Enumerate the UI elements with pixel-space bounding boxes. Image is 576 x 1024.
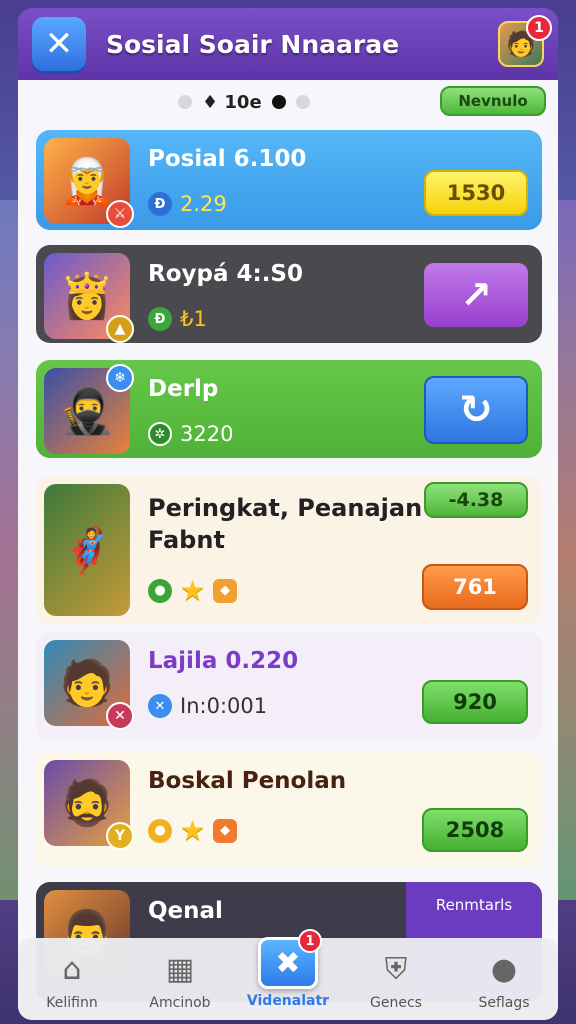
star-icon: ★	[180, 814, 206, 847]
coin-icon: ✲	[148, 422, 172, 446]
nav-label: Kelifinn	[46, 995, 98, 1011]
gem-icon: ◆	[213, 578, 238, 603]
close-button[interactable]: ✕	[32, 17, 86, 71]
score-button[interactable]: 2508	[422, 808, 528, 852]
profile-icon: ●	[490, 951, 518, 987]
home-icon: ⌂	[62, 951, 82, 987]
score-button[interactable]: 761	[422, 564, 528, 610]
rank-badge-icon: ✕	[106, 702, 134, 730]
building-icon: ▦	[165, 951, 195, 987]
nav-label: Genecs	[370, 995, 422, 1011]
coin-icon: Đ	[148, 192, 172, 216]
pager-dot-active[interactable]	[271, 95, 286, 109]
hero-icon: 👸	[59, 271, 115, 322]
rank-badge-icon: Y	[106, 822, 134, 850]
list-item[interactable]: 🥷 ❄ Derlp ✲ 3220 ↻	[36, 360, 542, 458]
rank-badge-icon: ❄	[106, 364, 134, 392]
pager: ♦ 10e	[178, 90, 310, 114]
send-button[interactable]: ↗	[424, 263, 528, 327]
pager-dot[interactable]	[178, 95, 192, 109]
nav-label: Seflags	[478, 995, 530, 1011]
player-name: Posial 6.100	[148, 146, 307, 172]
list-item[interactable]: 🧔 Y Boskal Penolan ● ★ ◆ 2508	[36, 752, 542, 868]
hero-icon: 🧝	[59, 156, 115, 207]
player-stat: 2.29	[180, 192, 227, 216]
pager-dot[interactable]	[295, 95, 310, 109]
avatar: 🧝 ⚔	[44, 138, 134, 228]
score-button[interactable]: 920	[422, 680, 528, 724]
avatar: 🥷 ❄	[44, 364, 134, 454]
shield-icon: ⛨	[384, 951, 408, 987]
nav-label: Amcinob	[149, 995, 211, 1011]
avatar: 🧔 Y	[44, 760, 134, 850]
leaderboard-panel: ♦ 10e Nevnulo 🧝 ⚔ Posial 6.100 Đ 2.29 15…	[18, 80, 558, 1020]
refresh-button[interactable]: ↻	[424, 376, 528, 444]
profile-avatar[interactable]: 🧑 1	[498, 15, 552, 67]
side-label-text: Renmtarls	[435, 896, 513, 914]
nav-badge: 1	[298, 929, 322, 953]
new-button[interactable]: Nevnulo	[440, 86, 546, 116]
pager-label: ♦ 10e	[202, 91, 262, 113]
coin-icon: Đ	[148, 307, 172, 331]
hero-icon: 🥷	[59, 386, 115, 437]
star-icon: ★	[180, 574, 206, 607]
close-icon: ✕	[44, 24, 74, 64]
page-title: Sosial Soair Nnaarae	[106, 29, 400, 59]
player-name: Lajila 0.220	[148, 648, 299, 674]
arrow-up-right-icon: ↗	[460, 273, 492, 317]
player-stat: In:0:001	[180, 694, 268, 718]
player-name: Boskal Penolan	[148, 768, 347, 794]
player-stat: ₺1	[180, 307, 207, 331]
hero-icon: 🧑	[59, 658, 115, 709]
avatar: 👸 ▲	[44, 253, 134, 343]
nav-label: Videnalatr	[246, 993, 330, 1009]
list-item[interactable]: 🦸 Peringkat, Peanajan Fabnt ● ★ ◆ -4.38 …	[36, 476, 542, 624]
hero-icon: 🧔	[59, 778, 115, 829]
notification-badge: 1	[526, 15, 552, 41]
avatar: 🧑 ✕	[44, 640, 134, 730]
rank-badge-icon: ▲	[106, 315, 134, 343]
list-item[interactable]: 🧑 ✕ Lajila 0.220 ✕ In:0:001 920	[36, 632, 542, 740]
nav-item-profile[interactable]: ● Seflags	[454, 947, 554, 1012]
score-button[interactable]: 1530	[424, 170, 528, 216]
header: ✕ Sosial Soair Nnaarae 🧑 1	[18, 8, 558, 80]
player-name: Peringkat, Peanajan Fabnt	[148, 494, 423, 554]
gem-icon: ◆	[213, 818, 238, 843]
coin-icon: ●	[148, 818, 172, 843]
refresh-icon: ↻	[459, 387, 493, 433]
nav-item-video[interactable]: ✖ 1 Videnalatr	[238, 929, 338, 1009]
player-stat: 3220	[180, 422, 234, 446]
coin-icon: ✕	[148, 694, 172, 718]
nav-item-building[interactable]: ▦ Amcinob	[130, 947, 230, 1012]
avatar: 🦸	[44, 484, 130, 616]
coin-icon: ●	[148, 578, 172, 603]
hero-icon: 🦸	[59, 525, 115, 576]
bottom-nav: ⌂ Kelifinn ▦ Amcinob ✖ 1 Videnalatr ⛨ Ge…	[18, 929, 558, 1020]
rank-badge-icon: ⚔	[106, 200, 134, 228]
list-item[interactable]: 🧝 ⚔ Posial 6.100 Đ 2.29 1530	[36, 130, 542, 230]
nav-item-home[interactable]: ⌂ Kelifinn	[22, 947, 122, 1012]
nav-item-shield[interactable]: ⛨ Genecs	[346, 947, 446, 1012]
score-badge[interactable]: -4.38	[424, 482, 528, 518]
list-item[interactable]: 👸 ▲ Roypá 4:.S0 Đ ₺1 ↗	[36, 245, 542, 343]
